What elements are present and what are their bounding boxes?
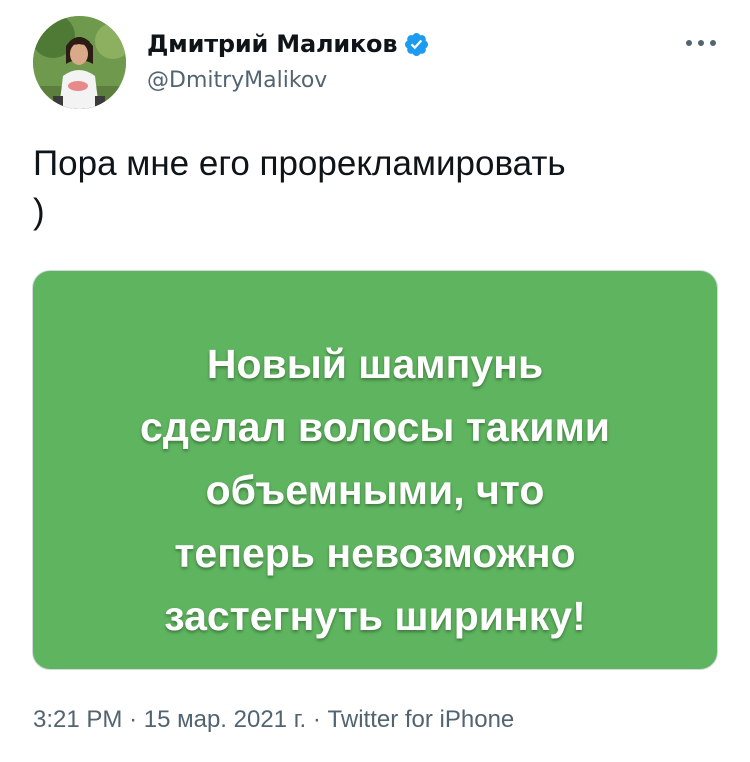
author-name-row: Дмитрий Маликов xyxy=(147,26,430,62)
author-avatar[interactable] xyxy=(33,16,126,109)
author-info[interactable]: Дмитрий Маликов @DmitryMalikov xyxy=(147,26,430,93)
author-display-name[interactable]: Дмитрий Маликов xyxy=(147,30,398,58)
more-options-icon[interactable] xyxy=(684,36,718,50)
tweet-metadata: 3:21 PM · 15 мар. 2021 г. · Twitter for … xyxy=(33,706,514,734)
meta-separator: · xyxy=(129,706,138,733)
tweet-time[interactable]: 3:21 PM xyxy=(33,706,122,733)
media-caption-text: Новый шампунь сделал волосы такими объем… xyxy=(140,341,610,639)
verified-badge-icon xyxy=(403,31,430,58)
meta-separator: · xyxy=(312,706,321,733)
author-handle[interactable]: @DmitryMalikov xyxy=(147,68,430,93)
tweet-date[interactable]: 15 мар. 2021 г. xyxy=(144,706,306,733)
tweet-source[interactable]: Twitter for iPhone xyxy=(328,706,515,733)
tweet-text: Пора мне его прорекламировать ) xyxy=(33,144,566,231)
tweet-media-image[interactable]: Новый шампунь сделал волосы такими объем… xyxy=(32,270,718,670)
avatar-photo xyxy=(33,16,126,109)
